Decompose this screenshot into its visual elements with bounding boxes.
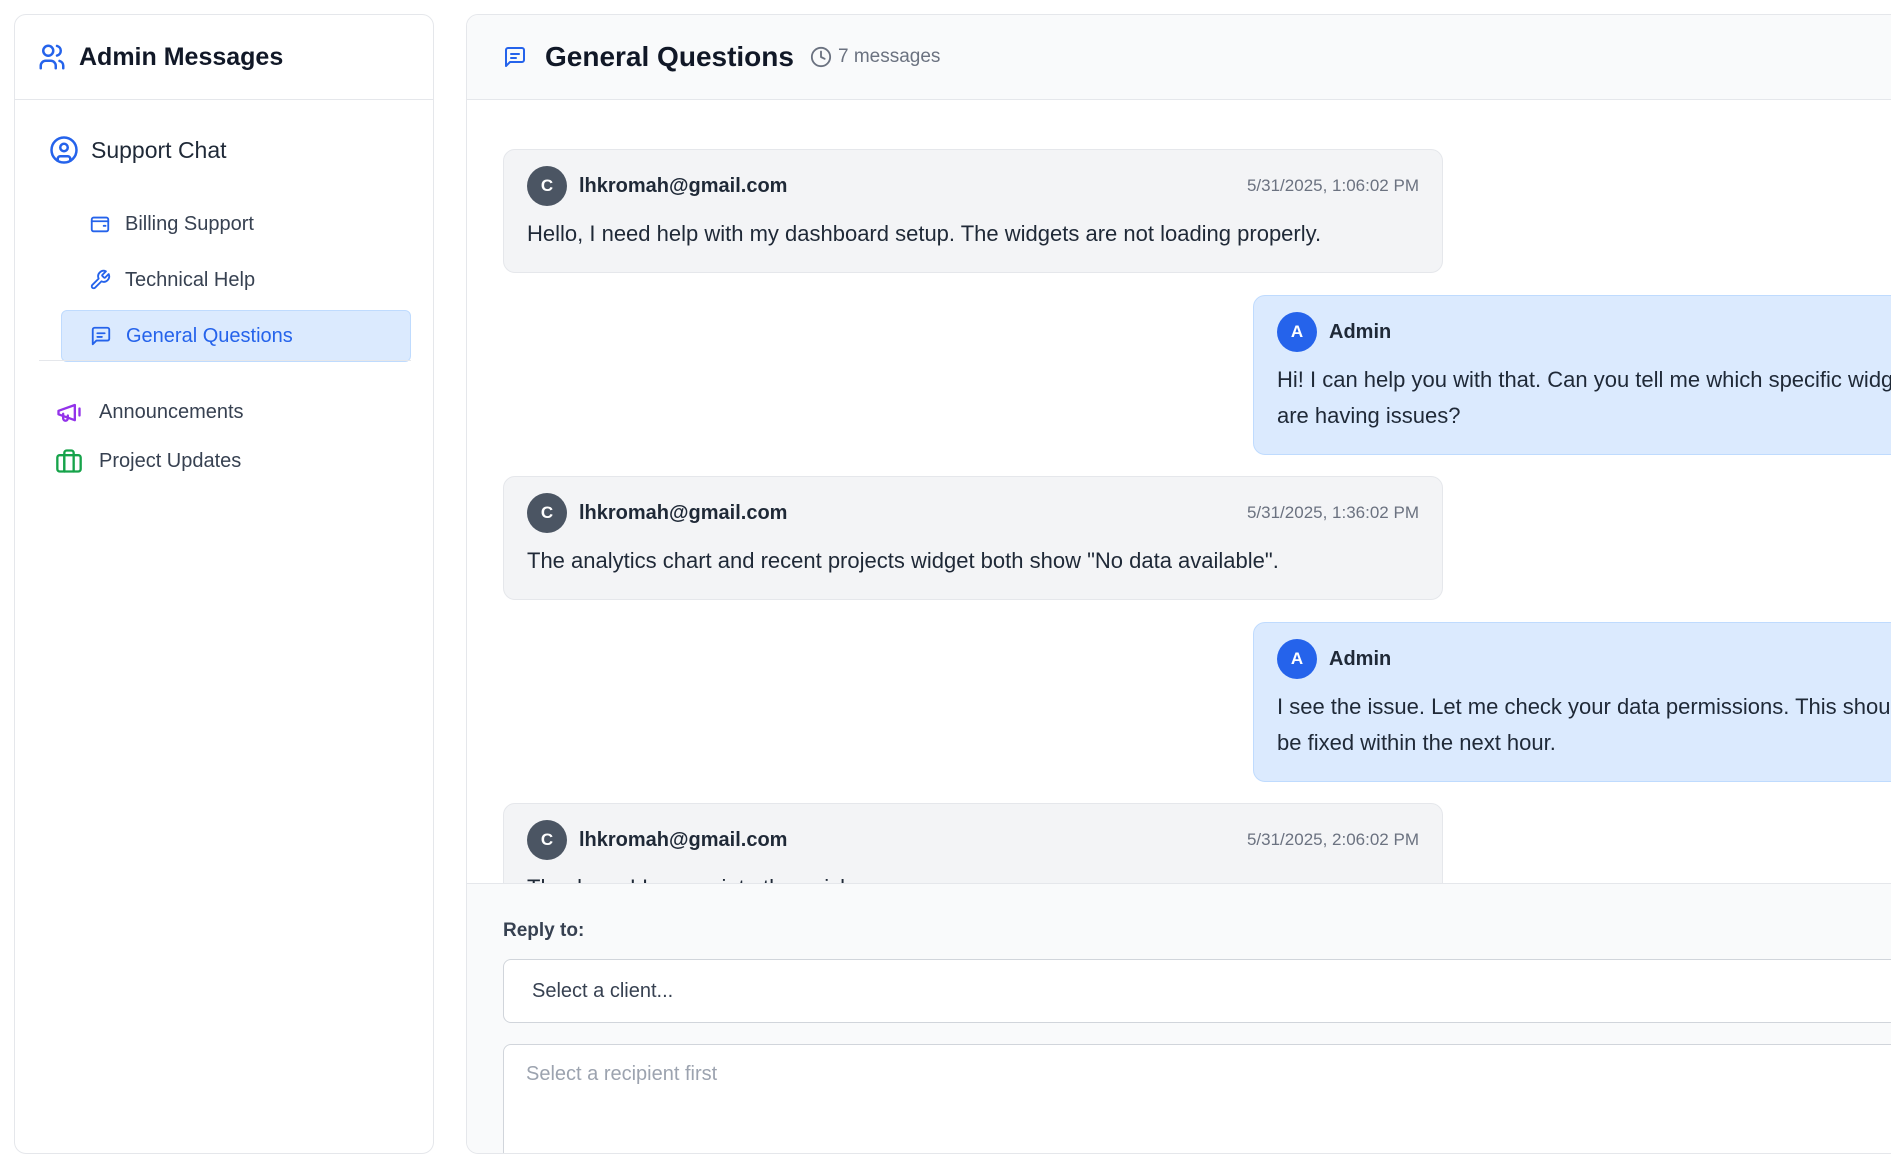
message-square-icon (505, 47, 525, 67)
message-client: C lhkromah@gmail.com 5/31/2025, 1:36:02 … (503, 476, 1443, 600)
message-client: C lhkromah@gmail.com 5/31/2025, 1:06:02 … (503, 149, 1443, 273)
sidebar-section-label: Support Chat (91, 136, 227, 163)
sidebar-item-label: Announcements (99, 400, 244, 423)
avatar: A (1277, 312, 1317, 352)
avatar: C (527, 820, 567, 860)
message-input[interactable] (503, 1044, 1891, 1153)
sidebar-item-label: Technical Help (125, 268, 256, 291)
message-text: Hi! I can help you with that. Can you te… (1277, 367, 1891, 428)
sidebar-item-general-questions[interactable]: General Questions (61, 310, 411, 362)
sidebar-item-label: General Questions (126, 324, 293, 347)
message-sender: Admin (1329, 647, 1392, 670)
sidebar-item-technical-help[interactable]: Technical Help (61, 254, 411, 306)
sidebar-divider (39, 360, 411, 361)
sidebar-section-support-chat[interactable]: Support Chat (49, 135, 227, 165)
clock-icon (810, 46, 832, 68)
sidebar-item-billing-support[interactable]: Billing Support (61, 198, 411, 250)
message-client: C lhkromah@gmail.com 5/31/2025, 2:06:02 … (503, 803, 1443, 883)
message-list[interactable]: C lhkromah@gmail.com 5/31/2025, 1:06:02 … (467, 101, 1891, 883)
message-sender: lhkromah@gmail.com (579, 828, 788, 851)
avatar: C (527, 493, 567, 533)
message-count: 7 messages (810, 46, 940, 68)
sidebar-title: Admin Messages (79, 42, 284, 71)
sidebar-item-label: Billing Support (125, 212, 254, 235)
message-admin: A Admin Hi! I can help you with that. Ca… (1253, 295, 1891, 455)
avatar: A (1277, 639, 1317, 679)
wrench-icon (90, 269, 111, 290)
sidebar-header: Admin Messages (15, 15, 433, 100)
sidebar-item-project-updates[interactable]: Project Updates (55, 447, 241, 475)
user-circle-icon (50, 136, 78, 164)
page-title: General Questions (545, 41, 794, 72)
message-sender: Admin (1329, 320, 1392, 343)
message-text: Hello, I need help with my dashboard set… (527, 221, 1322, 246)
message-count-label: 7 messages (837, 46, 941, 67)
chat-panel: General Questions 7 messages C lhkromah@… (466, 14, 1891, 1154)
avatar: C (527, 166, 567, 206)
megaphone-icon (57, 403, 81, 422)
message-text: Thank you! I appreciate the quick respon… (527, 870, 1419, 883)
chat-header: General Questions 7 messages (467, 15, 1891, 100)
sidebar: Admin Messages Support Chat Billing Supp… (14, 14, 434, 1154)
wallet-icon (90, 216, 110, 233)
briefcase-icon (56, 449, 82, 473)
message-sender: lhkromah@gmail.com (579, 174, 788, 197)
message-text: The analytics chart and recent projects … (527, 548, 1279, 573)
message-timestamp: 5/31/2025, 2:06:02 PM (1246, 830, 1419, 849)
message-timestamp: 5/31/2025, 1:36:02 PM (1246, 503, 1419, 522)
message-timestamp: 5/31/2025, 1:06:02 PM (1246, 176, 1419, 195)
reply-label: Reply to: (503, 920, 585, 941)
sidebar-item-label: Project Updates (99, 449, 242, 472)
message-square-icon (91, 326, 111, 346)
sidebar-item-announcements[interactable]: Announcements (55, 398, 244, 426)
message-text: I see the issue. Let me check your data … (1277, 694, 1891, 755)
message-admin: A Admin I see the issue. Let me check yo… (1253, 622, 1891, 782)
client-select[interactable]: Select a client... (503, 959, 1891, 1023)
users-icon (39, 44, 65, 70)
reply-composer: Reply to: Select a client... (467, 883, 1891, 1153)
message-sender: lhkromah@gmail.com (579, 501, 788, 524)
